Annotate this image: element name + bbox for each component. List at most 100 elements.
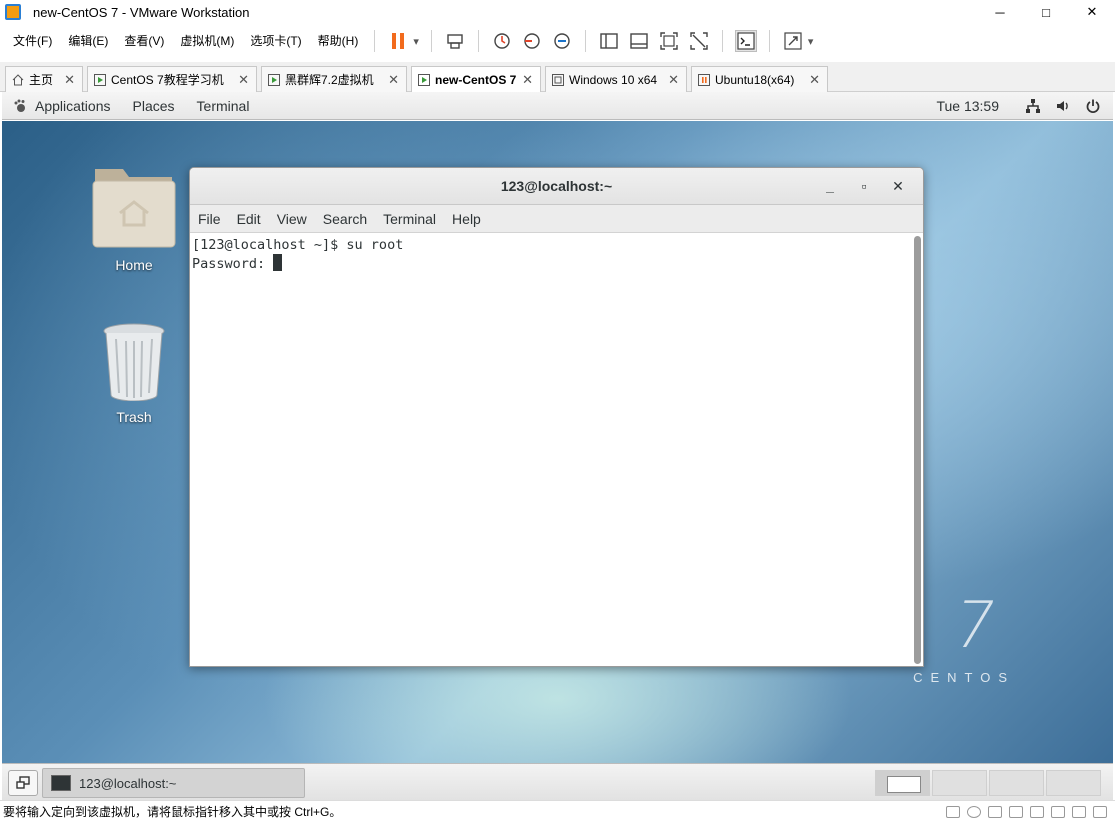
toolbar-separator xyxy=(477,30,479,52)
terminal-minimize-button[interactable]: _ xyxy=(813,168,847,205)
terminal-window-controls: _ ▫ ✕ xyxy=(813,168,915,205)
toolbar-separator xyxy=(768,30,770,52)
power-icon[interactable] xyxy=(1085,98,1101,114)
terminal-menu-search[interactable]: Search xyxy=(315,211,375,227)
terminal-menu-help[interactable]: Help xyxy=(444,211,489,227)
menu-edit[interactable]: 编辑(E) xyxy=(60,24,116,58)
window-title: new-CentOS 7 - VMware Workstation xyxy=(33,4,250,20)
snapshot-icon[interactable] xyxy=(491,30,513,52)
stretch-dropdown-icon[interactable]: ▾ xyxy=(808,35,814,48)
workspace-3[interactable] xyxy=(989,770,1044,796)
tab-synology-vm[interactable]: 黑群辉7.2虚拟机 ✕ xyxy=(261,66,407,92)
revert-snapshot-icon[interactable] xyxy=(521,30,543,52)
terminal-menu-view[interactable]: View xyxy=(269,211,315,227)
message-log-icon[interactable] xyxy=(1093,806,1107,818)
pause-icon[interactable] xyxy=(387,30,409,52)
terminal-scrollbar[interactable] xyxy=(914,236,921,664)
tab-centos7-tutorial[interactable]: CentOS 7教程学习机 ✕ xyxy=(87,66,257,92)
tab-label: 主页 xyxy=(29,73,54,87)
centos-brand-number: 7 xyxy=(946,589,1003,663)
tab-close-icon[interactable]: ✕ xyxy=(238,72,249,88)
terminal-menubar: File Edit View Search Terminal Help xyxy=(190,205,923,233)
workspace-1[interactable] xyxy=(875,770,930,796)
network-icon[interactable] xyxy=(1025,98,1041,114)
vm-tab-bar: 主页 ✕ CentOS 7教程学习机 ✕ 黑群辉7.2虚拟机 ✕ new-Cen… xyxy=(0,62,1115,93)
menu-help[interactable]: 帮助(H) xyxy=(310,24,367,58)
terminal-prompt-line: Password: xyxy=(192,254,910,273)
thumbnail-bar-icon[interactable] xyxy=(628,30,650,52)
vm-running-icon xyxy=(94,73,106,86)
toolbar-separator xyxy=(584,30,586,52)
full-screen-icon[interactable] xyxy=(658,30,680,52)
terminal-window[interactable]: 123@localhost:~ _ ▫ ✕ File Edit View Sea… xyxy=(189,167,924,667)
terminal-maximize-button[interactable]: ▫ xyxy=(847,168,881,205)
applications-menu[interactable]: Applications xyxy=(2,98,122,114)
cd-dvd-icon[interactable] xyxy=(967,806,981,818)
display-icon[interactable] xyxy=(1072,806,1086,818)
stretch-guest-icon[interactable] xyxy=(782,30,804,52)
tab-close-icon[interactable]: ✕ xyxy=(809,72,820,88)
terminal-title: 123@localhost:~ xyxy=(500,178,613,194)
volume-icon[interactable] xyxy=(1055,98,1071,114)
network-adapter-icon[interactable] xyxy=(988,806,1002,818)
applications-label: Applications xyxy=(35,97,111,114)
menu-vm[interactable]: 虚拟机(M) xyxy=(172,24,242,58)
status-message: 要将输入定向到该虚拟机，请将鼠标指针移入其中或按 Ctrl+G。 xyxy=(3,805,342,819)
desktop-home-icon[interactable]: Home xyxy=(84,165,184,273)
tab-ubuntu18[interactable]: Ubuntu18(x64) ✕ xyxy=(691,66,828,92)
toolbar-separator xyxy=(374,30,376,52)
terminal-title-bar[interactable]: 123@localhost:~ _ ▫ ✕ xyxy=(190,168,923,205)
maximize-button[interactable]: □ xyxy=(1023,0,1069,24)
hard-disk-icon[interactable] xyxy=(946,806,960,818)
menu-file[interactable]: 文件(F) xyxy=(5,24,60,58)
window-controls: ─ □ ✕ xyxy=(977,0,1115,24)
status-bar: 要将输入定向到该虚拟机，请将鼠标指针移入其中或按 Ctrl+G。 xyxy=(0,800,1115,822)
show-desktop-button[interactable] xyxy=(8,770,38,796)
workspace-4[interactable] xyxy=(1046,770,1101,796)
terminal-menu[interactable]: Terminal xyxy=(186,98,261,114)
desktop-trash-icon[interactable]: Trash xyxy=(84,321,184,425)
gnome-top-panel: Applications Places Terminal Tue 13:59 xyxy=(2,92,1113,120)
gnome-bottom-panel: 123@localhost:~ xyxy=(2,763,1113,800)
terminal-menu-file[interactable]: File xyxy=(190,211,229,227)
usb-icon[interactable] xyxy=(1009,806,1023,818)
terminal-close-button[interactable]: ✕ xyxy=(881,168,915,205)
workspace-2[interactable] xyxy=(932,770,987,796)
tab-close-icon[interactable]: ✕ xyxy=(668,72,679,88)
taskbar-terminal-item[interactable]: 123@localhost:~ xyxy=(42,768,305,798)
send-ctrl-alt-del-icon[interactable] xyxy=(444,30,466,52)
menu-tabs[interactable]: 选项卡(T) xyxy=(242,24,309,58)
text-cursor xyxy=(273,254,283,271)
menu-toolbar: 文件(F) 编辑(E) 查看(V) 虚拟机(M) 选项卡(T) 帮助(H) ▾ … xyxy=(0,24,1115,58)
terminal-line: Password: xyxy=(192,256,274,272)
show-desktop-icon xyxy=(16,776,30,789)
terminal-menu-edit[interactable]: Edit xyxy=(229,211,269,227)
window-title-bar: new-CentOS 7 - VMware Workstation ─ □ ✕ xyxy=(0,0,1115,24)
vm-icon xyxy=(552,73,564,86)
tab-windows10[interactable]: Windows 10 x64 ✕ xyxy=(545,66,687,92)
tab-close-icon[interactable]: ✕ xyxy=(522,72,533,88)
trash-label: Trash xyxy=(116,409,152,425)
vm-running-icon xyxy=(268,73,280,86)
clock[interactable]: Tue 13:59 xyxy=(936,98,999,114)
tab-label: Windows 10 x64 xyxy=(569,72,658,87)
tab-new-centos7[interactable]: new-CentOS 7 ✕ xyxy=(411,66,541,93)
toolbar-separator xyxy=(721,30,723,52)
terminal-output[interactable]: [123@localhost ~]$ su root Password: xyxy=(190,234,912,666)
sound-card-icon[interactable] xyxy=(1030,806,1044,818)
terminal-menu-terminal[interactable]: Terminal xyxy=(375,211,444,227)
snapshot-manager-icon[interactable] xyxy=(551,30,573,52)
gnome-foot-icon xyxy=(14,99,25,112)
unity-mode-icon[interactable] xyxy=(688,30,710,52)
power-dropdown-icon[interactable]: ▾ xyxy=(413,35,419,48)
minimize-button[interactable]: ─ xyxy=(977,0,1023,24)
close-button[interactable]: ✕ xyxy=(1069,0,1115,24)
console-view-icon[interactable] xyxy=(734,30,757,52)
printer-icon[interactable] xyxy=(1051,806,1065,818)
show-library-icon[interactable] xyxy=(598,30,620,52)
tab-close-icon[interactable]: ✕ xyxy=(388,72,399,88)
tab-close-icon[interactable]: ✕ xyxy=(64,72,75,88)
menu-view[interactable]: 查看(V) xyxy=(116,24,172,58)
places-menu[interactable]: Places xyxy=(122,98,186,114)
tab-home[interactable]: 主页 ✕ xyxy=(5,66,83,92)
